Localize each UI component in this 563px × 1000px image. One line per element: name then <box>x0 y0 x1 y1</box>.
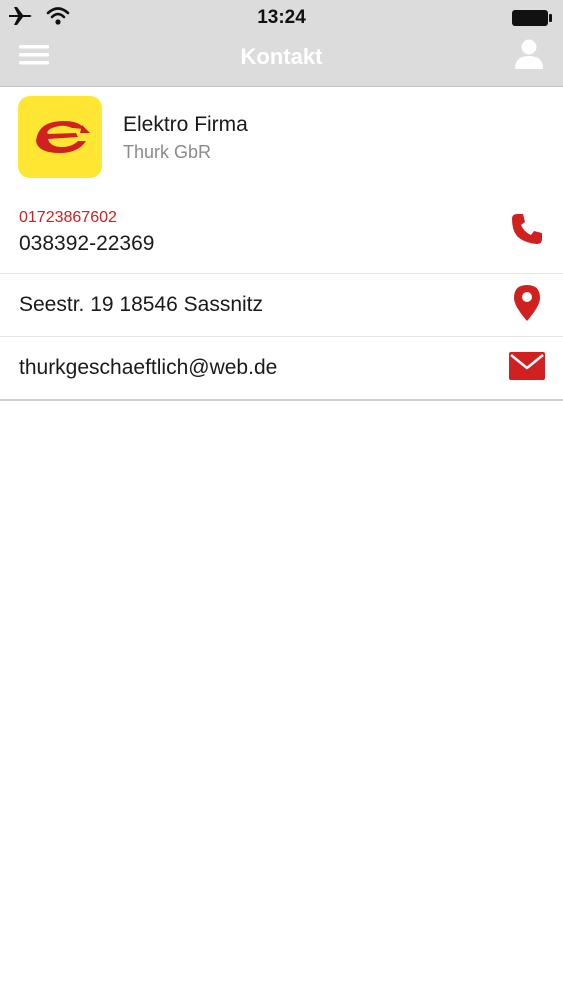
status-time: 13:24 <box>257 7 306 28</box>
user-icon <box>513 38 545 75</box>
address-text[interactable]: Seestr. 19 18546 Sassnitz <box>19 274 263 336</box>
profile-button[interactable] <box>509 38 549 74</box>
company-subtitle: Thurk GbR <box>123 142 212 162</box>
e-logo-icon <box>18 96 102 178</box>
phone-main[interactable]: 038392-22369 <box>19 232 154 256</box>
page-title: Kontakt <box>240 44 323 69</box>
email-text[interactable]: thurkgeschaeftlich@web.de <box>19 337 277 399</box>
call-button[interactable] <box>507 211 547 251</box>
nav-bar: Kontakt <box>0 36 563 86</box>
location-pin-icon <box>513 284 541 327</box>
email-button[interactable] <box>507 349 547 387</box>
envelope-icon <box>509 351 545 385</box>
email-row[interactable]: thurkgeschaeftlich@web.de <box>0 337 563 401</box>
status-bar: 13:24 <box>0 0 563 36</box>
phone-mobile[interactable]: 01723867602 <box>19 209 117 227</box>
company-header: Elektro Firma Thurk GbR <box>0 87 563 187</box>
address-row[interactable]: Seestr. 19 18546 Sassnitz <box>0 274 563 337</box>
phone-row[interactable]: 01723867602 038392-22369 <box>0 187 563 274</box>
company-name: Elektro Firma <box>123 113 248 136</box>
map-button[interactable] <box>507 284 547 327</box>
top-bar: 13:24 Kontakt <box>0 0 563 87</box>
phone-icon <box>510 212 544 251</box>
contact-content: Elektro Firma Thurk GbR 01723867602 0383… <box>0 87 563 401</box>
contact-screen: 13:24 Kontakt Elektro Firma Thurk GbR 01… <box>0 0 563 1000</box>
battery-icon <box>511 9 553 32</box>
